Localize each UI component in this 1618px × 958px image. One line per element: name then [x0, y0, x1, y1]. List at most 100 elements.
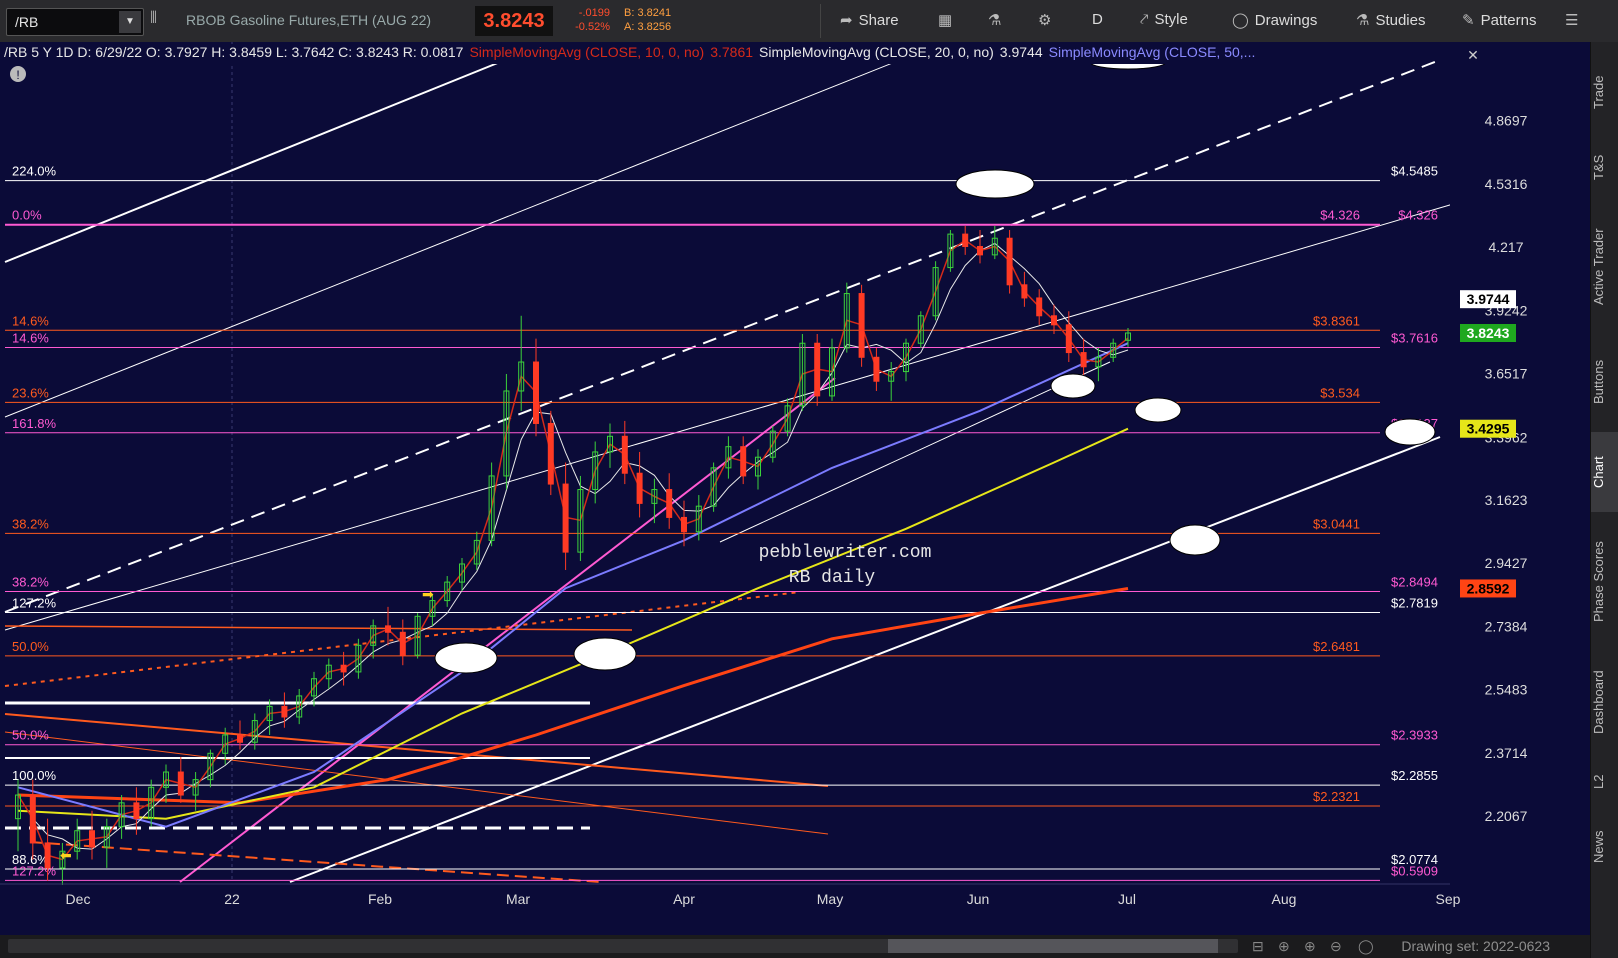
chart-area[interactable]: 224.0% $4.5485 0.0% $4.326 $4.326 14.6% $3.836… — [0, 42, 1590, 958]
fib-label-price: $3.534 — [1320, 385, 1360, 400]
price-tick-label: 4.5316 — [1485, 176, 1528, 192]
candle-body — [44, 842, 51, 869]
orange-trendline — [4, 713, 829, 787]
fib-label-left: 50.0% — [12, 639, 49, 654]
candle-body — [1080, 352, 1087, 368]
fib-label-price-right: $2.3933 — [1391, 728, 1438, 743]
candle-body — [1021, 284, 1028, 299]
tab-dashboard[interactable]: Dashboard — [1591, 652, 1618, 752]
sma100-line — [17, 427, 1129, 820]
fib-label-left: 23.6% — [12, 385, 49, 400]
scroll-thumb[interactable] — [888, 939, 1218, 953]
tab-buttons[interactable]: Buttons — [1591, 342, 1618, 422]
sma10-label: SimpleMovingAvg (CLOSE, 10, 0, no) — [469, 44, 705, 60]
link-icon[interactable]: ⦀ — [150, 10, 157, 28]
fib-label-price: $2.6481 — [1313, 639, 1360, 654]
time-tick-label: Feb — [368, 891, 392, 907]
crosshair-icon[interactable]: ⊕ — [1278, 938, 1290, 955]
tab-l2[interactable]: L2 — [1591, 762, 1618, 802]
style-icon: ⤤ — [1140, 11, 1149, 28]
time-tick-label: Mar — [506, 891, 530, 907]
period-button[interactable]: D — [1092, 11, 1103, 28]
patterns-button[interactable]: ✎ Patterns — [1462, 11, 1536, 29]
fib-label-left: 127.2% — [12, 596, 57, 611]
candle-body — [177, 771, 184, 796]
symbol-dropdown-icon[interactable]: ▼ — [119, 11, 141, 33]
annotation-ellipse — [573, 637, 637, 671]
candle-body — [89, 830, 95, 848]
candle-body — [133, 802, 140, 820]
candle-body — [740, 446, 747, 477]
fib-label-price-right: $2.2855 — [1391, 768, 1438, 783]
tab-chart[interactable]: Chart — [1591, 432, 1618, 512]
fib-label-price-right: $0.5909 — [1391, 863, 1438, 878]
time-tick-label: Dec — [66, 891, 91, 907]
style-button[interactable]: ⤤ Style — [1140, 11, 1188, 28]
candle-body — [621, 435, 628, 474]
menu-button[interactable]: ☰ — [1565, 11, 1584, 29]
candle-body — [977, 246, 983, 256]
fib-label-left: 38.2% — [12, 574, 49, 589]
price-tick-label: 3.6517 — [1485, 366, 1528, 382]
change-value: -.0199 — [578, 7, 610, 19]
grid-button[interactable]: ▦ — [938, 11, 958, 29]
price-tick-label: 4.217 — [1488, 239, 1523, 255]
price-tick-label: 2.2067 — [1485, 808, 1528, 824]
change-percent: -0.52% — [575, 21, 610, 33]
annotation-ellipse — [1169, 524, 1221, 556]
flask-button[interactable]: ⚗ — [988, 11, 1007, 29]
style-label: Style — [1154, 11, 1188, 28]
time-tick-label: 22 — [224, 891, 240, 907]
orange-dashed-low — [29, 841, 601, 883]
time-tick-label: Jul — [1118, 891, 1136, 907]
fib-label-left: 161.8% — [12, 416, 57, 431]
tab-ts[interactable]: T&S — [1591, 142, 1618, 192]
price-tick-label: 4.8697 — [1485, 113, 1528, 129]
drawings-button[interactable]: ◯ Drawings — [1232, 11, 1317, 29]
tab-active-trader[interactable]: Active Trader — [1591, 202, 1618, 332]
channel-line-upper — [4, 59, 506, 263]
fib-label-price: $2.2321 — [1313, 789, 1360, 804]
symbol-info: /RB 5 Y 1D D: 6/29/22 O: 3.7927 H: 3.845… — [4, 44, 464, 60]
zoom-reset-icon[interactable]: ⊖ — [1330, 938, 1342, 955]
candle-body — [873, 356, 880, 382]
candle-body — [666, 489, 673, 518]
candle-body — [281, 705, 288, 718]
price-badge-text: 3.4295 — [1467, 421, 1510, 437]
ellipse-icon[interactable]: ◯ — [1358, 938, 1374, 955]
price-badge-text: 3.8243 — [1467, 325, 1510, 341]
last-price: 3.8243 — [475, 6, 553, 36]
candle-body — [533, 361, 539, 424]
alert-icon-glyph: ! — [16, 68, 19, 82]
share-button[interactable]: ➦ Share — [840, 11, 899, 29]
candle-body — [1036, 297, 1043, 317]
tab-trade[interactable]: Trade — [1591, 52, 1618, 132]
studies-label: Studies — [1375, 12, 1426, 29]
tab-phase-scores[interactable]: Phase Scores — [1591, 522, 1618, 642]
fib-label-price-right: $2.8494 — [1391, 574, 1438, 589]
horizontal-scrollbar[interactable] — [8, 939, 1238, 953]
zoom-out-icon[interactable]: ⊟ — [1252, 938, 1264, 955]
drawings-label: Drawings — [1254, 12, 1318, 29]
price-tick-label: 2.3714 — [1485, 745, 1528, 761]
tab-news[interactable]: News — [1591, 812, 1618, 882]
ellipse-icon: ◯ — [1232, 12, 1249, 29]
candle-body — [1065, 324, 1072, 354]
right-panel: Trade T&S Active Trader Buttons Chart Ph… — [1590, 42, 1618, 958]
fib-label-left: 14.6% — [12, 331, 49, 346]
annotation-ellipse — [1050, 373, 1096, 399]
sma20-label: SimpleMovingAvg (CLOSE, 20, 0, no) — [759, 44, 994, 60]
symbol-input[interactable]: /RB ▼ — [6, 8, 144, 36]
fib-label-left: 100.0% — [12, 768, 57, 783]
settings-button[interactable]: ⚙ — [1038, 11, 1057, 29]
bid-ask: B: 3.8241 A: 3.8256 — [624, 6, 671, 34]
arrow-icon: ➡ — [422, 586, 434, 602]
fib-label-price-right: $2.7819 — [1391, 596, 1438, 611]
price-chart[interactable]: 224.0% $4.5485 0.0% $4.326 $4.326 14.6% $3.836… — [0, 42, 1590, 935]
zoom-in-icon[interactable]: ⊕ — [1304, 938, 1316, 955]
studies-button[interactable]: ⚗ Studies — [1356, 11, 1426, 29]
time-tick-label: Sep — [1436, 891, 1461, 907]
annotation-ellipse — [1384, 418, 1436, 446]
watermark-text: RB daily — [789, 568, 876, 588]
menu-icon: ☰ — [1565, 12, 1579, 29]
